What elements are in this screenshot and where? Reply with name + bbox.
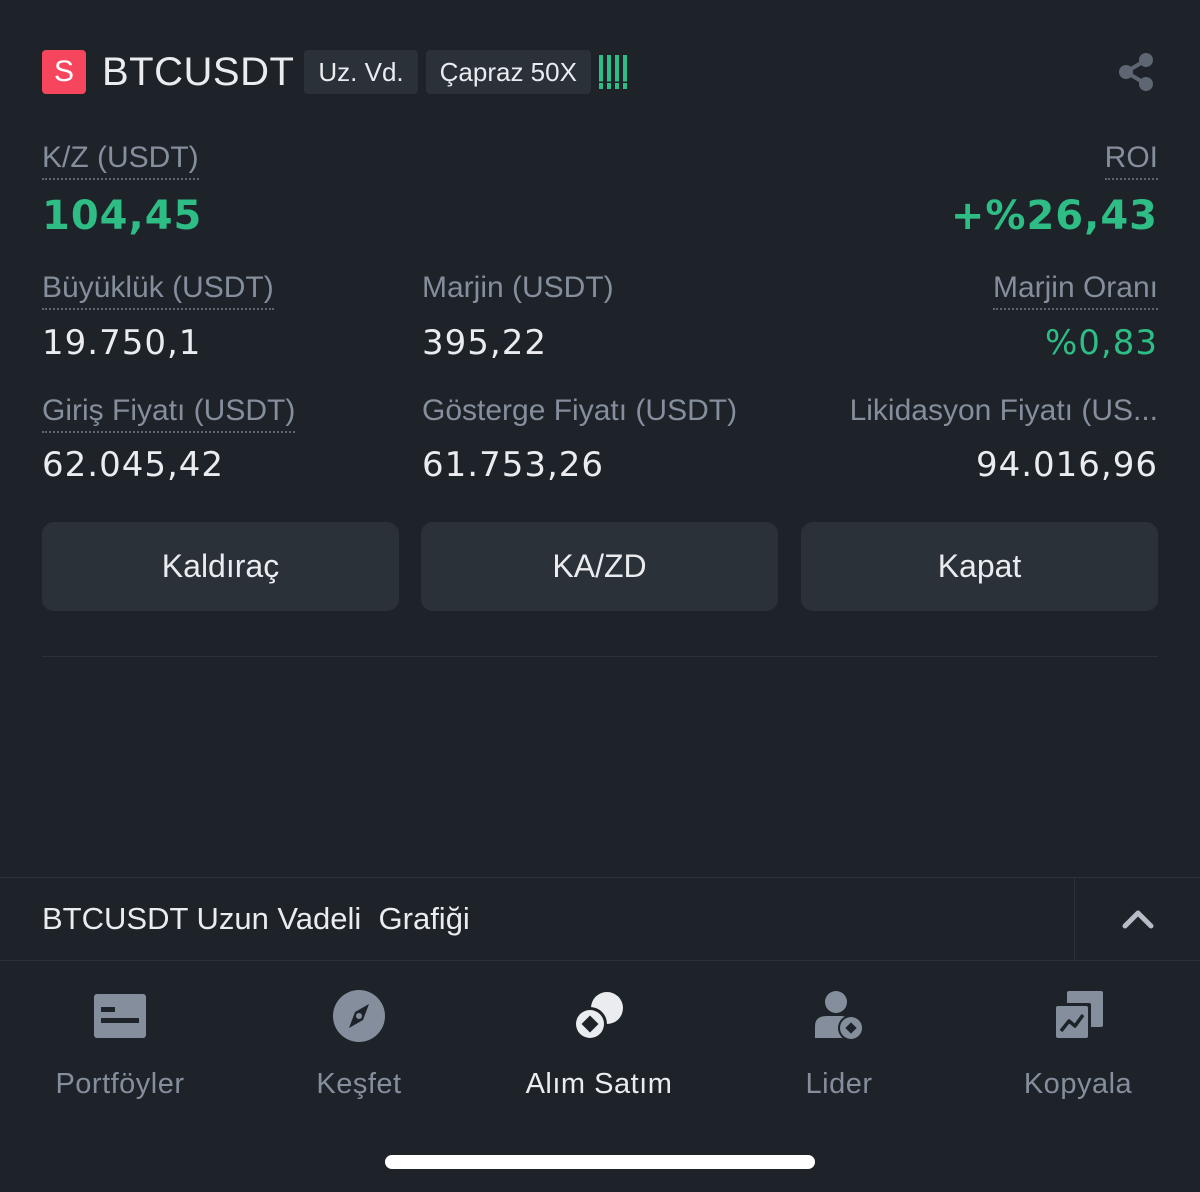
compass-icon (329, 986, 389, 1046)
roi-value: +%26,43 (950, 193, 1158, 239)
nav-item-discover[interactable]: Keşfet (239, 986, 479, 1101)
copy-trade-icon (1048, 986, 1108, 1046)
chevron-up-icon[interactable] (1074, 878, 1200, 960)
symbol-title[interactable]: BTCUSDT (102, 50, 294, 95)
mark-price-label: Gösterge Fiyatı (USDT) (422, 394, 738, 427)
entry-price-label[interactable]: Giriş Fiyatı (USDT) (42, 393, 296, 433)
mark-price-value: 61.753,26 (422, 445, 605, 485)
size-label[interactable]: Büyüklük (USDT) (42, 270, 274, 310)
chart-section-bar[interactable]: BTCUSDT Uzun Vadeli Grafiği (0, 877, 1200, 961)
margin-ratio-label[interactable]: Marjin Oranı (992, 270, 1158, 310)
chart-section-title[interactable]: BTCUSDT Uzun Vadeli Grafiği (42, 901, 470, 937)
liquidation-price-value: 94.016,96 (975, 445, 1158, 485)
share-icon[interactable] (1114, 50, 1158, 94)
roi-label[interactable]: ROI (1104, 140, 1158, 180)
position-header: S BTCUSDT Uz. Vd. Çapraz 50X (42, 46, 1158, 98)
trade-icon (569, 986, 629, 1046)
contract-type-tag: Uz. Vd. (304, 50, 418, 94)
margin-value: 395,22 (422, 323, 547, 363)
margin-ratio-value: %0,83 (1044, 323, 1158, 363)
nav-item-portfolios[interactable]: Portföyler (0, 986, 240, 1101)
nav-item-copy-trading[interactable]: Kopyala (958, 986, 1198, 1101)
liquidation-price-label: Likidasyon Fiyatı (US... (849, 394, 1158, 427)
signal-bars-icon (598, 55, 627, 89)
size-value: 19.750,1 (42, 323, 202, 363)
margin-label: Marjin (USDT) (422, 271, 614, 304)
leverage-button[interactable]: Kaldıraç (42, 522, 399, 611)
home-indicator[interactable] (385, 1155, 815, 1169)
sell-side-badge: S (42, 50, 86, 94)
leader-icon (809, 986, 869, 1046)
margin-mode-tag[interactable]: Çapraz 50X (425, 50, 591, 94)
nav-item-trade[interactable]: Alım Satım (479, 986, 719, 1101)
close-position-button[interactable]: Kapat (801, 522, 1158, 611)
pnl-label[interactable]: K/Z (USDT) (42, 140, 199, 180)
pnl-value: 104,45 (42, 193, 203, 239)
wallet-icon (90, 986, 150, 1046)
tpsl-button[interactable]: KA/ZD (421, 522, 778, 611)
section-divider (42, 656, 1158, 657)
bottom-nav: Portföyler Keşfet Alım Satım Lider Kopya… (0, 962, 1200, 1112)
entry-price-value: 62.045,42 (42, 445, 225, 485)
nav-item-leader[interactable]: Lider (719, 986, 959, 1101)
